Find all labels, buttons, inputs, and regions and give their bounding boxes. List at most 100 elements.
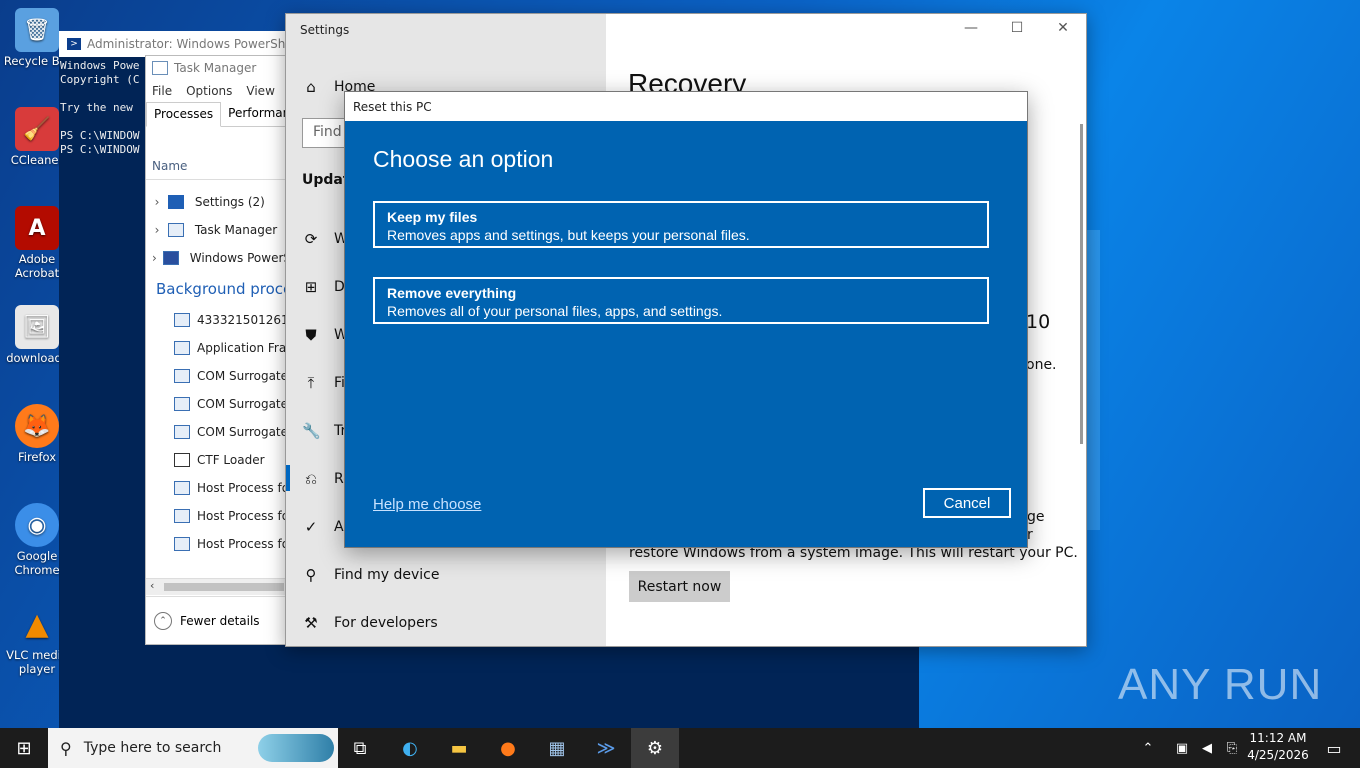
process-row[interactable]: Host Process for — [146, 530, 291, 558]
person-pin-icon: ⚲ — [305, 566, 317, 584]
nav-windows-security[interactable]: ⛊ W — [302, 326, 347, 344]
menu-view[interactable]: View — [246, 84, 274, 98]
menu-options[interactable]: Options — [186, 84, 232, 98]
help-me-choose-link[interactable]: Help me choose — [373, 496, 481, 513]
search-placeholder: Type here to search — [83, 740, 222, 756]
page-fragment: ge — [1027, 509, 1045, 525]
task-view-icon[interactable]: ⧉ — [336, 728, 384, 768]
start-windows-icon[interactable]: ⊞ — [0, 728, 48, 768]
process-row[interactable]: Application Fram — [146, 334, 291, 362]
process-icon — [174, 341, 190, 355]
scroll-left-icon[interactable]: ‹ — [150, 579, 154, 592]
process-name: COM Surrogate — [197, 425, 289, 439]
process-name: Host Process for — [197, 509, 292, 523]
column-header-name[interactable]: Name — [146, 153, 291, 180]
remove-everything-option[interactable]: Remove everything Removes all of your pe… — [373, 277, 989, 324]
clock-date: 4/25/2026 — [1247, 748, 1309, 762]
task-manager-taskbar-icon[interactable]: ▦ — [533, 728, 581, 768]
backup-arrow-icon: ⤒ — [307, 374, 315, 392]
scrollbar-thumb[interactable] — [164, 583, 284, 591]
image-file-icon: 🖼 — [15, 305, 59, 349]
acrobat-icon: A — [15, 206, 59, 250]
taskbar-clock[interactable]: 11:12 AM 4/25/2026 — [1238, 730, 1318, 764]
task-manager-icon — [152, 61, 168, 75]
expand-chevron-icon[interactable]: › — [146, 251, 163, 265]
taskbar-search-box[interactable]: ⚲ Type here to search — [48, 728, 338, 768]
vertical-scrollbar[interactable] — [1080, 124, 1083, 444]
maximize-icon[interactable]: ☐ — [994, 20, 1040, 36]
file-explorer-icon[interactable]: ▬ — [435, 728, 483, 768]
minimize-icon[interactable]: — — [948, 20, 994, 36]
task-manager-window[interactable]: Task Manager File Options View Processes… — [145, 55, 292, 645]
nav-troubleshoot[interactable]: 🔧 Tr — [302, 422, 346, 440]
nav-label: For developers — [334, 615, 438, 631]
fewer-details-label: Fewer details — [180, 613, 260, 628]
shield-icon: ⛊ — [305, 326, 317, 344]
page-fragment: 10 — [1026, 311, 1051, 333]
search-icon: ⚲ — [60, 738, 72, 758]
settings-title: Settings — [300, 23, 350, 37]
menu-file[interactable]: File — [152, 84, 172, 98]
task-manager-icon — [168, 223, 184, 237]
process-name: Windows PowerS — [189, 251, 291, 265]
process-row[interactable]: › Settings (2) — [146, 188, 291, 216]
process-name: COM Surrogate — [197, 369, 289, 383]
powershell-icon — [162, 251, 179, 265]
process-row[interactable]: COM Surrogate — [146, 362, 291, 390]
close-icon[interactable]: ✕ — [1040, 20, 1086, 36]
notifications-icon[interactable]: ▭ — [1310, 728, 1358, 768]
expand-chevron-icon[interactable]: › — [146, 195, 168, 209]
task-manager-tabs: Processes Performance — [146, 102, 291, 127]
tab-performance[interactable]: Performance — [221, 102, 291, 126]
clock-time: 11:12 AM — [1249, 731, 1307, 745]
option-description: Removes all of your personal files, apps… — [387, 303, 723, 319]
process-row[interactable]: Host Process for — [146, 502, 291, 530]
expand-chevron-icon[interactable]: › — [146, 223, 168, 237]
firefox-taskbar-icon[interactable]: ● — [484, 728, 532, 768]
search-highlight-graphic — [258, 734, 334, 762]
process-row[interactable]: › Task Manager — [146, 216, 291, 244]
volume-icon[interactable]: ◀ — [1193, 728, 1221, 768]
option-title: Remove everything — [387, 285, 517, 301]
process-name: Task Manager — [194, 223, 278, 237]
fewer-details-button[interactable]: ⌃ Fewer details — [146, 596, 291, 644]
reset-pc-dialog[interactable]: Reset this PC Choose an option Keep my f… — [344, 91, 1028, 548]
edge-icon[interactable]: ◐ — [386, 728, 434, 768]
recycle-bin-icon: 🗑 — [15, 8, 59, 52]
powershell-title: Administrator: Windows PowerShell — [87, 37, 300, 51]
process-row[interactable]: COM Surrogate — [146, 418, 291, 446]
task-manager-menu: File Options View — [146, 80, 291, 102]
task-manager-titlebar[interactable]: Task Manager — [146, 56, 291, 80]
settings-taskbar-icon[interactable]: ⚙ — [631, 728, 679, 768]
process-name: CTF Loader — [197, 453, 265, 467]
restart-now-button[interactable]: Restart now — [629, 571, 730, 602]
process-icon — [174, 369, 190, 383]
check-circle-icon: ✓ — [304, 518, 318, 536]
process-row[interactable]: › Windows PowerS — [146, 244, 291, 272]
reset-dialog-title: Reset this PC — [345, 92, 1027, 121]
ccleaner-icon: 🧹 — [15, 107, 59, 151]
process-name: Host Process for — [197, 481, 292, 495]
process-name: Settings (2) — [194, 195, 265, 209]
taskbar: ⊞ ⚲ Type here to search ⧉ ◐ ▬ ● ▦ ≫ ⚙ ⌃ … — [0, 728, 1360, 768]
background-processes-header: Background proces — [156, 280, 292, 298]
cancel-button[interactable]: Cancel — [923, 488, 1011, 518]
tab-processes[interactable]: Processes — [146, 102, 222, 127]
sync-icon: ⟳ — [304, 230, 318, 248]
process-row[interactable]: CTF Loader — [146, 446, 291, 474]
nav-windows-update[interactable]: ⟳ W — [302, 230, 348, 248]
developer-tools-icon: ⚒ — [304, 614, 318, 632]
nav-for-developers[interactable]: ⚒ For developers — [302, 614, 438, 632]
process-row[interactable]: 433321501261335 — [146, 306, 291, 334]
home-icon: ⌂ — [306, 78, 316, 96]
nav-find-my-device[interactable]: ⚲ Find my device — [302, 566, 440, 584]
process-row[interactable]: COM Surrogate — [146, 390, 291, 418]
meet-now-icon[interactable]: ▣ — [1168, 728, 1196, 768]
horizontal-scrollbar[interactable]: ‹ — [146, 578, 291, 595]
process-name: Host Process for — [197, 537, 292, 551]
powershell-taskbar-icon[interactable]: ≫ — [582, 728, 630, 768]
process-row[interactable]: Host Process for — [146, 474, 291, 502]
show-hidden-icons-icon[interactable]: ⌃ — [1134, 728, 1162, 768]
nav-backup[interactable]: ⤒ Fi — [302, 374, 345, 392]
keep-my-files-option[interactable]: Keep my files Removes apps and settings,… — [373, 201, 989, 248]
